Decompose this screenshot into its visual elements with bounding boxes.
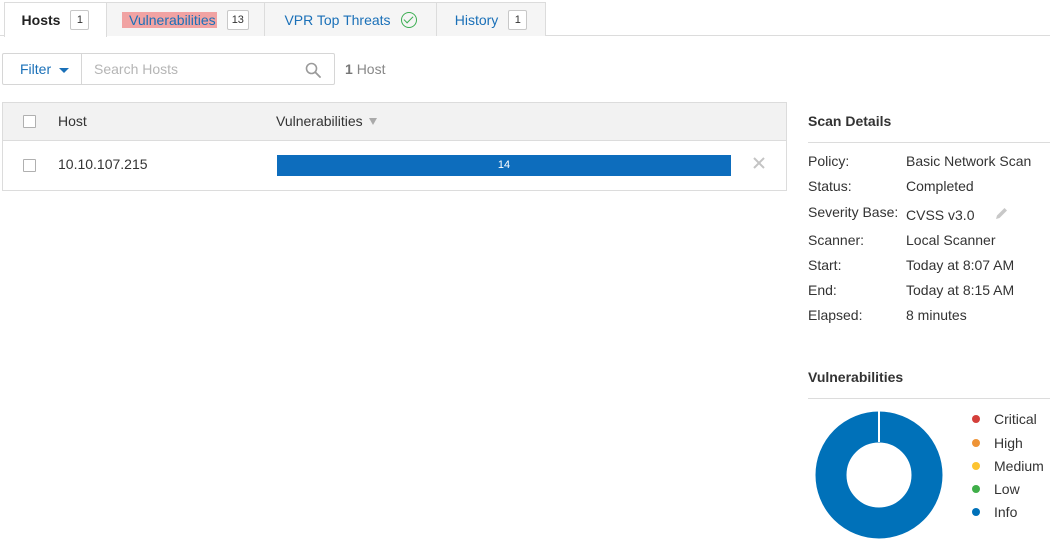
- tab-vulnerabilities[interactable]: Vulnerabilities 13: [106, 2, 265, 36]
- host-count-label: Host: [356, 61, 386, 77]
- tab-vpr-top-threats[interactable]: VPR Top Threats: [264, 2, 437, 36]
- column-header-vulnerabilities[interactable]: Vulnerabilities: [276, 113, 377, 129]
- remove-icon[interactable]: [753, 157, 765, 169]
- filter-label: Filter: [20, 61, 52, 77]
- legend-label-medium: Medium: [994, 458, 1044, 474]
- tab-history-label: History: [454, 11, 499, 28]
- legend-item-high: High: [972, 435, 1023, 451]
- vulnerabilities-donut-chart[interactable]: [813, 409, 945, 541]
- tab-history[interactable]: History 1: [436, 2, 546, 36]
- table-row[interactable]: 10.10.107.215 14: [3, 141, 786, 190]
- legend-item-medium: Medium: [972, 458, 1044, 474]
- legend-label-low: Low: [994, 481, 1020, 497]
- detail-value-start: Today at 8:07 AM: [906, 257, 1015, 273]
- detail-label-status: Status:: [808, 178, 852, 194]
- detail-label-elapsed: Elapsed:: [808, 307, 863, 323]
- detail-value-severity-base: CVSS v3.0: [906, 207, 975, 223]
- divider: [808, 142, 1050, 143]
- legend-label-info: Info: [994, 504, 1018, 520]
- legend-dot-info: [972, 508, 980, 516]
- legend-dot-high: [972, 439, 980, 447]
- host-count: 1 Host: [345, 61, 385, 77]
- legend-label-critical: Critical: [994, 411, 1037, 427]
- tab-vpr-label: VPR Top Threats: [284, 11, 391, 28]
- legend-item-critical: Critical: [972, 411, 1037, 427]
- select-all-checkbox[interactable]: [23, 115, 36, 128]
- tab-history-count: 1: [508, 9, 528, 30]
- sort-down-icon: [368, 118, 377, 125]
- tab-hosts[interactable]: Hosts 1: [4, 2, 107, 37]
- legend-item-low: Low: [972, 481, 1020, 497]
- tab-vulnerabilities-label: Vulnerabilities: [122, 11, 217, 28]
- detail-label-policy: Policy:: [808, 153, 850, 169]
- detail-value-end: Today at 8:15 AM: [906, 282, 1015, 298]
- detail-value-scanner: Local Scanner: [906, 232, 996, 248]
- vulnerabilities-chart-title: Vulnerabilities: [808, 369, 904, 385]
- legend-dot-low: [972, 485, 980, 493]
- detail-label-end: End:: [808, 282, 837, 298]
- caret-down-icon: [59, 67, 70, 73]
- table-header: Host Vulnerabilities: [3, 103, 786, 141]
- legend-item-info: Info: [972, 504, 1017, 520]
- tab-bar: Hosts 1 Vulnerabilities 13 VPR Top Threa…: [0, 0, 1050, 37]
- detail-label-severity-base: Severity Base:: [808, 204, 899, 220]
- tab-vulnerabilities-count: 13: [226, 9, 249, 30]
- detail-value-policy: Basic Network Scan: [906, 153, 1032, 169]
- detail-label-start: Start:: [808, 257, 842, 273]
- scan-details-title: Scan Details: [808, 113, 892, 129]
- detail-value-elapsed: 8 minutes: [906, 307, 967, 323]
- legend-dot-medium: [972, 462, 980, 470]
- column-header-host[interactable]: Host: [58, 113, 87, 129]
- filter-button[interactable]: Filter: [2, 53, 82, 85]
- legend-dot-critical: [972, 415, 980, 423]
- host-count-number: 1: [345, 61, 353, 77]
- tab-hosts-count: 1: [70, 10, 90, 30]
- tab-hosts-label: Hosts: [21, 12, 61, 28]
- pencil-icon[interactable]: [994, 206, 1009, 221]
- hosts-table: Host Vulnerabilities 10.10.107.215 14: [2, 102, 787, 191]
- legend-label-high: High: [994, 435, 1023, 451]
- column-header-vulnerabilities-label: Vulnerabilities: [276, 113, 363, 129]
- check-circle-icon: [400, 11, 417, 28]
- search-box: [81, 53, 335, 85]
- detail-value-status: Completed: [906, 178, 974, 194]
- vulnerability-bar[interactable]: 14: [277, 155, 731, 176]
- search-icon[interactable]: [305, 62, 321, 78]
- search-input[interactable]: [92, 55, 302, 83]
- host-address[interactable]: 10.10.107.215: [58, 156, 148, 172]
- detail-label-scanner: Scanner:: [808, 232, 865, 248]
- row-checkbox[interactable]: [23, 159, 36, 172]
- divider: [808, 398, 1050, 399]
